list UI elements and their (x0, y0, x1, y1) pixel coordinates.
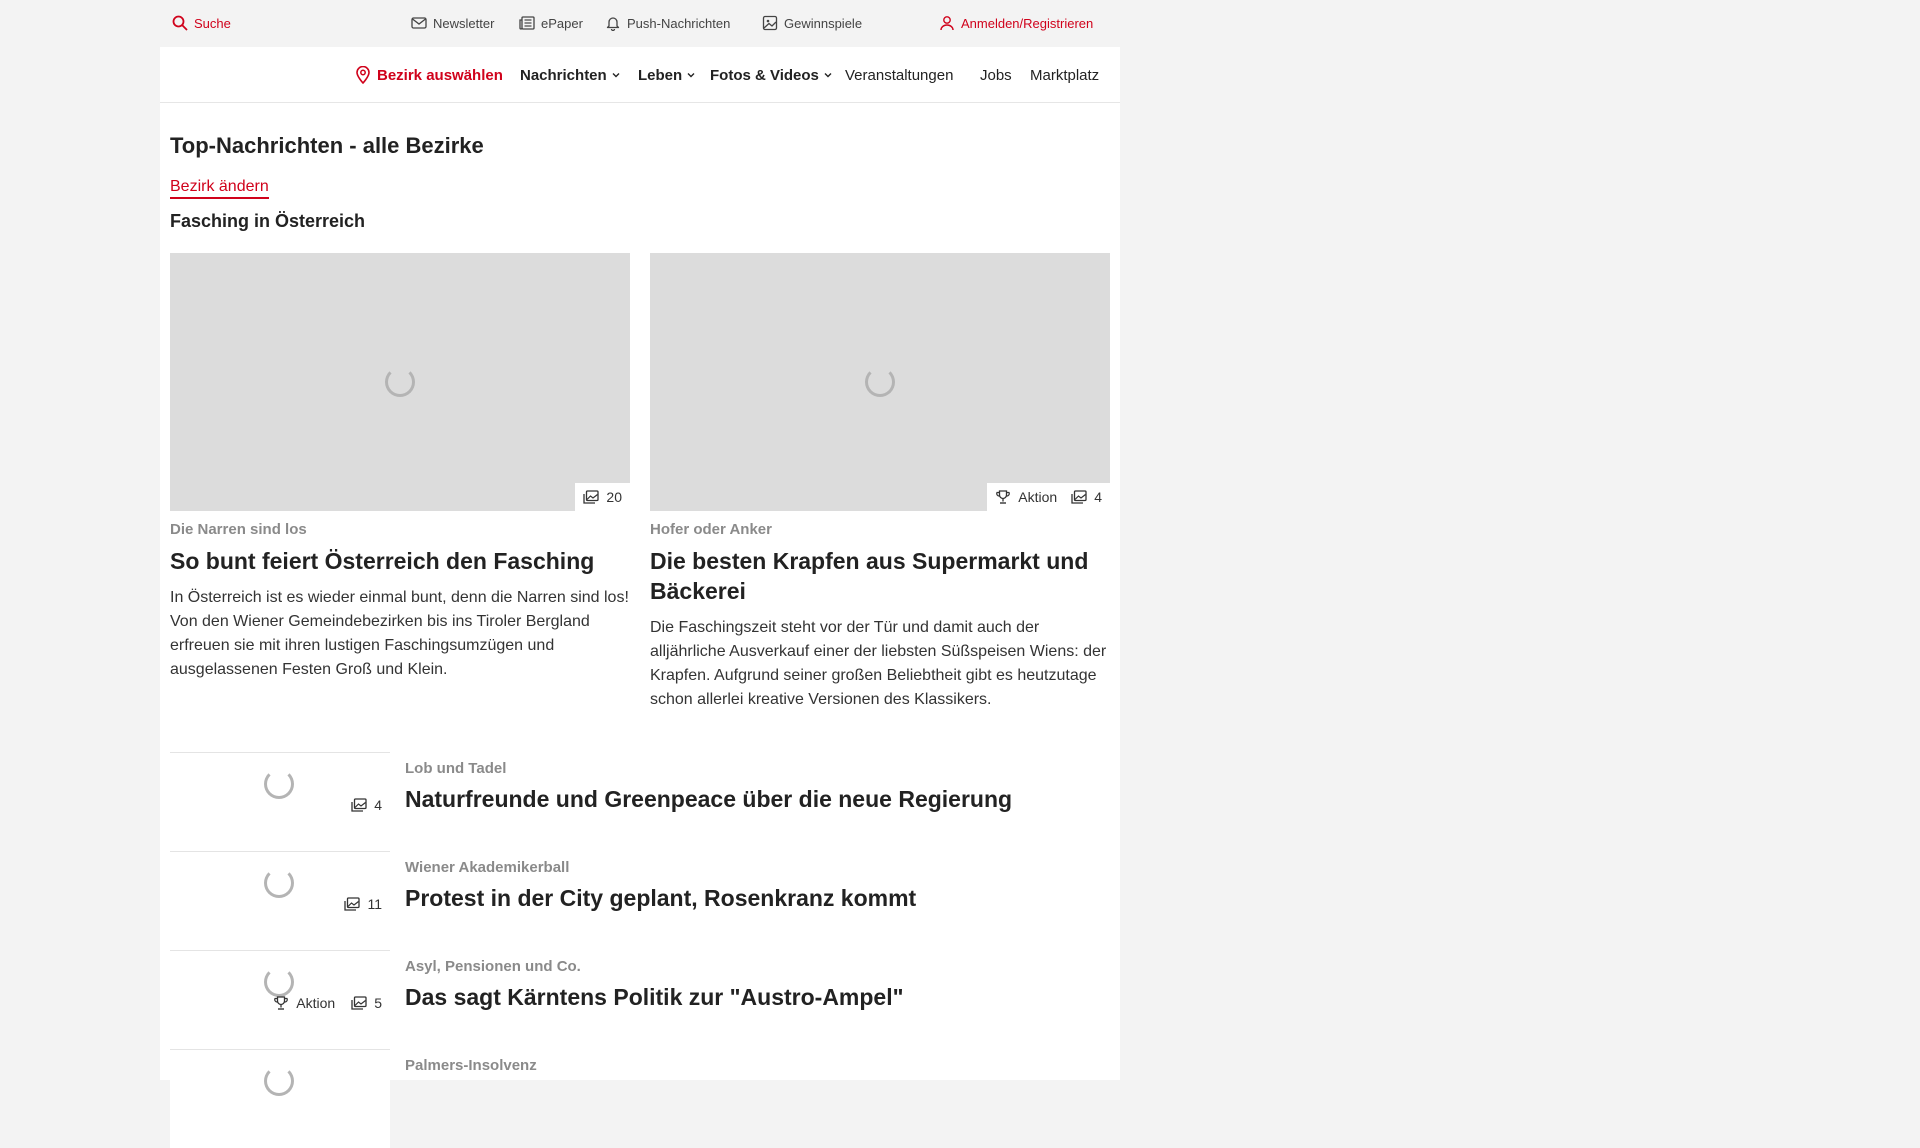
nav-life[interactable]: Leben (638, 64, 696, 86)
article-kicker: Lob und Tadel (405, 760, 507, 777)
action-badge: Aktion (995, 489, 1057, 505)
nav-media-label: Fotos & Videos (710, 66, 819, 84)
gallery-icon (583, 490, 600, 504)
gallery-count-badge: 5 (351, 995, 382, 1011)
contests-label: Gewinnspiele (784, 15, 863, 31)
nav-jobs[interactable]: Jobs (980, 64, 1012, 86)
page-title: Top-Nachrichten - alle Bezirke (170, 133, 484, 158)
list-article-item[interactable]: Aktion 5 Asyl, Pensionen und Co. Das sag… (170, 950, 1110, 1049)
article-headline: Die besten Krapfen aus Supermarkt und Bä… (650, 548, 1089, 604)
gallery-count: 4 (374, 797, 382, 813)
gallery-icon (351, 996, 367, 1010)
newsletter-link[interactable]: Newsletter (411, 13, 494, 33)
list-article-item[interactable]: 4 Lob und Tadel Naturfreunde und Greenpe… (170, 752, 1110, 851)
image-badges: 11 (344, 894, 382, 914)
article-teaser: In Österreich ist es wieder einmal bunt,… (170, 589, 629, 678)
article-kicker: Palmers-Insolvenz (405, 1057, 537, 1074)
location-pin-icon (356, 66, 370, 84)
main-navigation: Bezirk auswählen Nachrichten Leben Fotos… (160, 47, 1120, 103)
login-link[interactable]: Anmelden/Registrieren (939, 13, 1093, 33)
action-badge: Aktion (273, 995, 335, 1011)
user-icon (940, 16, 954, 31)
district-select-button[interactable]: Bezirk auswählen (355, 64, 503, 86)
nav-news[interactable]: Nachrichten (520, 64, 621, 86)
article-headline: So bunt feiert Österreich den Fasching (170, 548, 595, 574)
nav-marketplace-label: Marktplatz (1030, 66, 1100, 84)
page-container: Suche Newsletter ePaper Push-Nachrichten… (160, 0, 1120, 1148)
article-kicker: Asyl, Pensionen und Co. (405, 958, 581, 975)
chevron-down-icon (612, 73, 620, 78)
article-headline: Naturfreunde und Greenpeace über die neu… (405, 786, 1013, 812)
action-label: Aktion (296, 995, 336, 1011)
push-label: Push-Nachrichten (627, 15, 731, 31)
article-thumbnail-placeholder (170, 1049, 390, 1148)
gallery-count-badge: 4 (351, 797, 382, 813)
bell-icon (606, 17, 620, 31)
nav-media[interactable]: Fotos & Videos (710, 64, 833, 86)
gallery-count: 4 (1094, 489, 1102, 505)
search-icon (172, 15, 188, 31)
search-link[interactable]: Suche (172, 13, 231, 33)
article-kicker: Wiener Akademikerball (405, 859, 570, 876)
nav-life-label: Leben (638, 66, 683, 84)
gallery-count: 20 (606, 489, 622, 505)
nav-events-label: Veranstaltungen (845, 66, 954, 84)
search-label: Suche (194, 15, 231, 31)
featured-article-card[interactable]: Aktion 4 Hofer oder Anker Die besten Kra… (650, 253, 1110, 712)
gallery-icon (344, 897, 361, 911)
article-thumbnail-placeholder: Aktion 5 (170, 950, 390, 1049)
section-title: Fasching in Österreich (170, 211, 366, 231)
article-headline: Protest in der City geplant, Rosenkranz … (405, 885, 917, 911)
image-badges: 20 (575, 483, 630, 511)
image-icon (762, 15, 778, 31)
article-kicker: Die Narren sind los (170, 521, 307, 538)
featured-article-card[interactable]: 20 Die Narren sind los So bunt feiert Ös… (170, 253, 630, 682)
newsletter-label: Newsletter (433, 15, 495, 31)
login-label: Anmelden/Registrieren (961, 15, 1094, 31)
article-image-placeholder: 20 (170, 253, 630, 511)
loading-spinner-icon (264, 868, 294, 898)
nav-events[interactable]: Veranstaltungen (845, 64, 953, 86)
gallery-count: 11 (367, 896, 382, 912)
loading-spinner-icon (385, 367, 415, 397)
change-district-link[interactable]: Bezirk ändern (170, 178, 269, 199)
action-label: Aktion (1018, 489, 1058, 505)
article-headline: Das sagt Kärntens Politik zur "Austro-Am… (405, 984, 904, 1010)
article-thumbnail-placeholder: 11 (170, 851, 390, 950)
chevron-down-icon (824, 73, 832, 78)
image-badges: Aktion 5 (273, 993, 382, 1013)
nav-marketplace[interactable]: Marktplatz (1030, 64, 1099, 86)
loading-spinner-icon (264, 769, 294, 799)
gallery-count-badge: 20 (583, 489, 622, 505)
epaper-label: ePaper (541, 15, 583, 31)
push-link[interactable]: Push-Nachrichten (605, 13, 730, 33)
utility-bar: Suche Newsletter ePaper Push-Nachrichten… (160, 0, 1120, 47)
mail-icon (411, 17, 427, 29)
image-badges: Aktion 4 (987, 483, 1110, 511)
contests-link[interactable]: Gewinnspiele (762, 13, 862, 33)
gallery-icon (1071, 490, 1087, 504)
nav-news-label: Nachrichten (520, 66, 607, 84)
list-article-item[interactable]: 11 Wiener Akademikerball Protest in der … (170, 851, 1110, 950)
article-teaser: Die Faschingszeit steht vor der Tür und … (650, 619, 1107, 708)
list-article-item[interactable]: Palmers-Insolvenz (170, 1049, 1110, 1148)
gallery-count: 5 (374, 995, 382, 1011)
district-label: Bezirk auswählen (377, 66, 503, 84)
gallery-count-badge: 4 (1071, 489, 1102, 505)
gallery-count-badge: 11 (344, 896, 382, 912)
nav-jobs-label: Jobs (980, 66, 1012, 84)
trophy-icon (996, 490, 1011, 504)
newspaper-icon (519, 16, 535, 30)
trophy-icon (274, 996, 289, 1010)
loading-spinner-icon (264, 1066, 294, 1096)
article-image-placeholder: Aktion 4 (650, 253, 1110, 511)
loading-spinner-icon (865, 367, 895, 397)
image-badges: 4 (351, 795, 382, 815)
epaper-link[interactable]: ePaper (519, 13, 583, 33)
article-kicker: Hofer oder Anker (650, 521, 772, 538)
gallery-icon (351, 798, 367, 812)
article-thumbnail-placeholder: 4 (170, 752, 390, 851)
chevron-down-icon (687, 73, 695, 78)
